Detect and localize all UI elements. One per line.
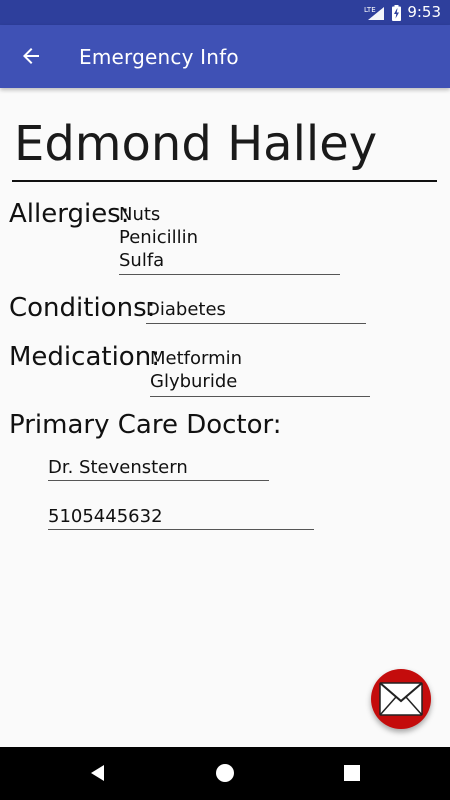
send-email-button[interactable] — [371, 669, 431, 729]
allergy-item: Penicillin — [119, 227, 199, 248]
doctor-phone-underline — [48, 529, 314, 530]
patient-name[interactable]: Edmond Halley — [14, 112, 377, 176]
allergies-underline — [119, 274, 340, 275]
name-underline — [12, 180, 437, 182]
nav-home-icon[interactable] — [213, 761, 237, 785]
doctor-phone-field[interactable]: 5105445632 — [48, 505, 163, 528]
conditions-label: Conditions: — [9, 293, 156, 323]
doctor-name: Dr. Stevenstern — [48, 457, 188, 478]
lte-signal-icon: LTE — [364, 6, 384, 20]
arrow-back-icon[interactable] — [19, 44, 43, 68]
battery-icon — [392, 5, 401, 21]
clock: 9:53 — [407, 3, 441, 21]
doctor-phone: 5105445632 — [48, 506, 163, 527]
primary-care-label: Primary Care Doctor: — [9, 410, 282, 440]
medication-label: Medication: — [9, 342, 160, 372]
conditions-underline — [146, 323, 366, 324]
page-title: Emergency Info — [79, 45, 239, 69]
conditions-field[interactable]: Diabetes — [146, 298, 226, 321]
system-nav-bar — [0, 747, 450, 800]
doctor-name-field[interactable]: Dr. Stevenstern — [48, 456, 188, 479]
app-bar: Emergency Info — [0, 25, 450, 88]
allergy-item: Nuts — [119, 204, 161, 225]
nav-back-icon[interactable] — [86, 761, 110, 785]
condition-item: Diabetes — [146, 299, 226, 320]
medication-item: Metformin — [150, 348, 243, 369]
doctor-name-underline — [48, 480, 269, 481]
allergies-field[interactable]: Nuts Penicillin Sulfa — [119, 203, 198, 272]
nav-recents-icon[interactable] — [340, 761, 364, 785]
emergency-info-screen: LTE 9:53 Emergency Info Edmond Halley Al… — [0, 0, 450, 800]
allergies-label: Allergies: — [9, 199, 130, 229]
envelope-icon — [379, 682, 423, 716]
allergy-item: Sulfa — [119, 250, 165, 271]
status-bar: LTE 9:53 — [0, 0, 450, 25]
medication-underline — [150, 396, 370, 397]
medication-field[interactable]: Metformin Glyburide — [150, 347, 242, 393]
network-label: LTE — [364, 6, 376, 14]
medication-item: Glyburide — [150, 371, 238, 392]
